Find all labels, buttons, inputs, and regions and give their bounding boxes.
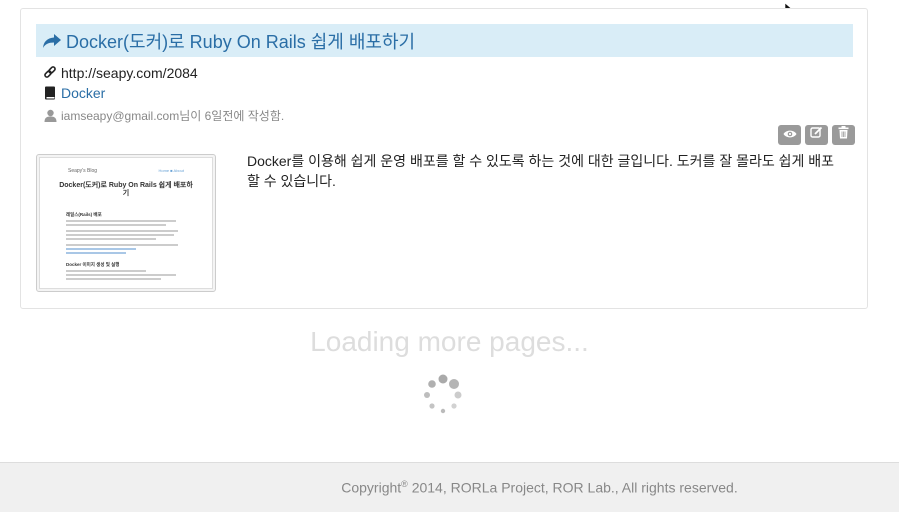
post-author-row: iamseapy@gmail.com님이 6일전에 작성함. xyxy=(43,107,284,124)
edit-button[interactable] xyxy=(805,125,828,145)
share-arrow-icon xyxy=(42,31,62,51)
thumbnail-blog-name: Seapy's Blog xyxy=(68,168,98,174)
eye-icon xyxy=(783,126,797,144)
copyright-text: 2014, RORLa Project, ROR Lab., All right… xyxy=(407,479,738,496)
view-button[interactable] xyxy=(778,125,801,145)
thumbnail-section-heading: 레일스(Rails) 배포 xyxy=(66,212,102,217)
loading-spinner-icon xyxy=(422,374,464,416)
thumbnail-title: Docker(도커)로 Ruby On Rails 쉽게 배포하기 xyxy=(59,182,193,197)
thumbnail-preview: Seapy's Blog Home ■ About Docker(도커)로 Ru… xyxy=(39,157,213,289)
thumbnail-nav: Home ■ About xyxy=(158,168,184,173)
post-url[interactable]: http://seapy.com/2084 xyxy=(61,65,198,81)
book-icon xyxy=(43,85,57,101)
post-description: Docker를 이용해 쉽게 운영 배포를 할 수 있도록 하는 것에 대한 글… xyxy=(247,153,835,189)
registered-mark: ® xyxy=(401,479,408,489)
post-url-row: http://seapy.com/2084 xyxy=(43,65,198,81)
copyright-label: Copyright xyxy=(341,479,402,496)
trash-icon xyxy=(838,126,849,144)
post-category-row: Docker xyxy=(43,85,105,101)
post-author: iamseapy@gmail.com님이 6일전에 작성함. xyxy=(61,109,285,123)
post-thumbnail[interactable]: Seapy's Blog Home ■ About Docker(도커)로 Ru… xyxy=(36,154,216,292)
edit-icon xyxy=(810,126,823,144)
footer-copyright: Copyright® 2014, RORLa Project, ROR Lab.… xyxy=(0,479,899,496)
post-title-bar: Docker(도커)로 Ruby On Rails 쉽게 배포하기 xyxy=(36,24,853,57)
link-icon xyxy=(43,65,57,81)
thumbnail-section-heading-2: Docker 이미지 생성 및 실행 xyxy=(66,262,120,267)
post-actions xyxy=(778,125,855,145)
delete-button[interactable] xyxy=(832,125,855,145)
post-category-link[interactable]: Docker xyxy=(61,85,105,101)
footer: Copyright® 2014, RORLa Project, ROR Lab.… xyxy=(0,462,899,512)
user-icon xyxy=(43,108,57,124)
post-title-link[interactable]: Docker(도커)로 Ruby On Rails 쉽게 배포하기 xyxy=(66,28,415,54)
loading-more-text: Loading more pages... xyxy=(310,326,589,357)
post-card: Docker(도커)로 Ruby On Rails 쉽게 배포하기 http:/… xyxy=(20,8,868,309)
